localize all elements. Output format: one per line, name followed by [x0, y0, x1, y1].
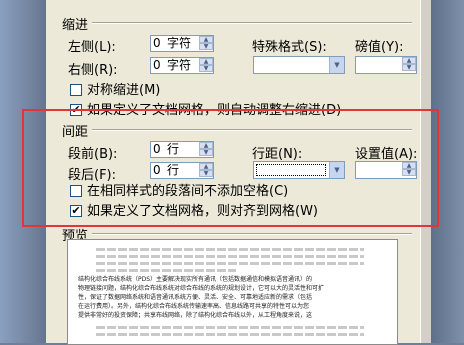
spin-down-icon[interactable]: ▼ — [199, 149, 213, 156]
preview-sample-line: 提供非常好的投资保障；共享布线网络，除了结构化综合布线以外，从工程角度来说，这 — [78, 312, 313, 319]
preview-pane: 结构化综合布线系统（PDS）主要解决现实所有通讯（包括数据通信和模拟语音通讯）的… — [67, 239, 398, 345]
indent-group-title: 缩进 — [62, 18, 89, 33]
mirror-indent-checkbox[interactable] — [70, 84, 82, 96]
spacing-group-title: 间距 — [62, 125, 89, 140]
right-indent-spinner[interactable]: 0 字符 ▲ ▼ — [150, 57, 214, 74]
spin-down-icon[interactable]: ▼ — [199, 170, 213, 177]
preview-prev-line — [96, 248, 364, 251]
auto-adjust-checkbox[interactable]: ✔ — [70, 104, 82, 116]
spin-up-icon[interactable]: ▲ — [199, 142, 213, 149]
left-indent-unit: 字符 — [167, 36, 192, 50]
line-spacing-label: 行距(N): — [252, 147, 303, 162]
right-indent-label: 右侧(R): — [68, 63, 118, 78]
snap-grid-checkbox-row[interactable]: ✔ 如果定义了文档网格，则对齐到网格(W) — [70, 204, 370, 220]
indent-separator — [92, 22, 412, 24]
spin-down-icon[interactable]: ▼ — [199, 43, 213, 50]
preview-prev-line — [96, 262, 364, 265]
measure-label: 磅值(Y): — [355, 40, 404, 55]
mirror-indent-label: 对称缩进(M) — [87, 83, 161, 98]
preview-sample-line: 物理链接问题，结构化综合布线系统对综合布线的系统的规划设计，它可以大的灵活性和可… — [78, 285, 325, 292]
set-value-spinner[interactable]: ▲ ▼ — [355, 161, 417, 179]
right-indent-value[interactable]: 0 — [153, 58, 161, 73]
space-after-spin-buttons[interactable]: ▲ ▼ — [199, 163, 213, 178]
space-before-label: 段前(B): — [68, 147, 118, 162]
set-value-label: 设置值(A): — [355, 147, 418, 162]
auto-adjust-label: 如果定义了文档网格，则自动调整右缩进(D) — [87, 103, 342, 118]
preview-sample-line: 结构化综合布线系统（PDS）主要解决现实所有通讯（包括数据通信和模拟语音通讯）的 — [78, 276, 313, 283]
special-format-select[interactable]: ▼ — [253, 56, 345, 74]
mirror-indent-checkbox-row[interactable]: 对称缩进(M) — [70, 83, 230, 99]
dropdown-arrow-icon[interactable]: ▼ — [329, 162, 344, 178]
snap-grid-checkbox[interactable]: ✔ — [70, 205, 82, 217]
left-indent-value[interactable]: 0 — [153, 36, 161, 51]
spin-up-icon[interactable]: ▲ — [199, 58, 213, 65]
focus-rectangle — [256, 164, 326, 176]
no-space-same-style-label: 在相同样式的段落间不添加空格(C) — [87, 184, 289, 199]
no-space-same-style-checkbox-row[interactable]: 在相同样式的段落间不添加空格(C) — [70, 184, 330, 200]
spacing-separator — [92, 129, 412, 131]
space-after-label: 段后(F): — [68, 168, 117, 183]
space-before-unit: 行 — [167, 142, 180, 156]
preview-prev-line — [96, 269, 236, 272]
left-indent-spinner[interactable]: 0 字符 ▲ ▼ — [150, 35, 214, 52]
space-before-value[interactable]: 0 — [153, 142, 161, 157]
left-indent-spin-buttons[interactable]: ▲ ▼ — [199, 36, 213, 51]
space-before-spin-buttons[interactable]: ▲ ▼ — [199, 142, 213, 157]
spin-down-icon[interactable]: ▼ — [402, 64, 416, 71]
background-right — [430, 0, 464, 343]
space-after-value[interactable]: 0 — [153, 163, 161, 178]
dropdown-arrow-icon[interactable]: ▼ — [329, 57, 344, 73]
right-indent-spin-buttons[interactable]: ▲ ▼ — [199, 58, 213, 73]
spin-up-icon[interactable]: ▲ — [402, 162, 416, 169]
preview-next-line — [96, 333, 364, 336]
preview-prev-line — [96, 255, 364, 258]
preview-separator — [92, 233, 412, 235]
preview-sample-line: 在运行费用）。另外，结构化综合布线系统传输速率高、信息线路可共享的特性可以为您 — [78, 303, 310, 310]
measure-spinner[interactable]: ▲ ▼ — [355, 56, 417, 74]
no-space-same-style-checkbox[interactable] — [70, 185, 82, 197]
preview-next-line — [96, 326, 364, 329]
auto-adjust-checkbox-row[interactable]: ✔ 如果定义了文档网格，则自动调整右缩进(D) — [70, 103, 370, 119]
special-format-label: 特殊格式(S): — [252, 40, 327, 55]
left-indent-label: 左侧(L): — [68, 40, 116, 55]
right-indent-unit: 字符 — [167, 58, 192, 72]
spin-down-icon[interactable]: ▼ — [402, 169, 416, 176]
line-spacing-select[interactable]: ▼ — [253, 161, 345, 179]
snap-grid-label: 如果定义了文档网格，则对齐到网格(W) — [87, 204, 318, 219]
preview-sample-line: 性，保证了数据网络系统和语音通讯系统方便、灵活、安全、可靠地适应新的需求（包括 — [78, 294, 313, 301]
space-after-unit: 行 — [167, 163, 180, 177]
spin-up-icon[interactable]: ▲ — [199, 36, 213, 43]
measure-spin-buttons[interactable]: ▲ ▼ — [402, 57, 416, 72]
spin-up-icon[interactable]: ▲ — [402, 57, 416, 64]
space-after-spinner[interactable]: 0 行 ▲ ▼ — [150, 162, 214, 179]
space-before-spinner[interactable]: 0 行 ▲ ▼ — [150, 141, 214, 158]
spin-up-icon[interactable]: ▲ — [199, 163, 213, 170]
dialog-frame-edge — [420, 0, 431, 343]
set-value-spin-buttons[interactable]: ▲ ▼ — [402, 162, 416, 177]
spin-down-icon[interactable]: ▼ — [199, 65, 213, 72]
